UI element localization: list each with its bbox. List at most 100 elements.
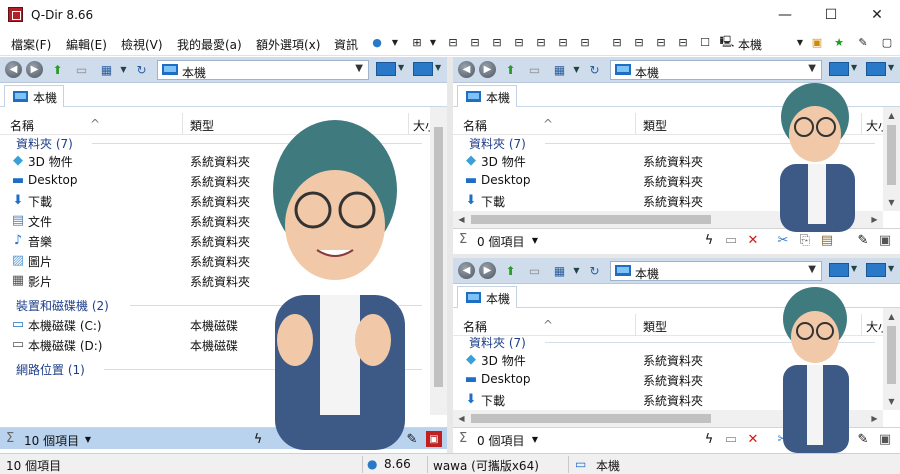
forward-icon[interactable]: ▶	[26, 61, 43, 78]
layout-quad-icon[interactable]: ⊞	[410, 35, 424, 49]
layout-11-icon[interactable]: ⊟	[676, 35, 690, 49]
layout-6-icon[interactable]: ⊟	[556, 35, 570, 49]
layout-10-icon[interactable]: ⊟	[654, 35, 668, 49]
chevron-down-icon[interactable]: ▼	[851, 63, 857, 72]
scroll-thumb[interactable]	[471, 414, 711, 423]
new-folder-icon[interactable]: ▭	[74, 62, 89, 77]
chevron-down-icon[interactable]: ▼	[80, 431, 96, 447]
view-mode-icon[interactable]: ▦	[99, 62, 114, 77]
folder-up-icon[interactable]: ⬆	[50, 62, 65, 77]
column-name[interactable]: 名稱	[10, 117, 34, 134]
left-tab[interactable]: 本機	[4, 85, 65, 107]
chevron-down-icon[interactable]: ▼	[426, 35, 440, 49]
layout-9-icon[interactable]: ⊟	[632, 35, 646, 49]
filter-icon[interactable]: ▣	[877, 232, 893, 248]
column-type[interactable]: 類型	[643, 318, 667, 335]
scroll-thumb[interactable]	[887, 125, 896, 185]
rename-icon[interactable]: ▭	[723, 431, 739, 447]
scroll-left-icon[interactable]: ◀	[453, 211, 470, 228]
maximize-button[interactable]: ☐	[808, 0, 854, 30]
flash-icon[interactable]: ϟ	[701, 232, 717, 248]
scroll-thumb[interactable]	[434, 127, 443, 387]
refresh-icon[interactable]: ↻	[587, 62, 602, 77]
scroll-left-icon[interactable]: ◀	[453, 410, 470, 427]
layout-7-icon[interactable]: ⊟	[578, 35, 592, 49]
layout-8-icon[interactable]: ⊟	[610, 35, 624, 49]
chevron-down-icon[interactable]: ▼	[888, 63, 894, 72]
chevron-down-icon[interactable]: ▼	[527, 232, 543, 248]
chevron-down-icon[interactable]: ▼	[851, 264, 857, 273]
layout-12-icon[interactable]: ☐	[698, 35, 712, 49]
paste-icon[interactable]: ▤	[819, 232, 835, 248]
menu-favorites[interactable]: 我的最愛(a)	[177, 36, 242, 53]
right-top-address-bar[interactable]: 本機 ▼	[610, 60, 822, 80]
new-folder-icon[interactable]: ▭	[527, 263, 542, 278]
chevron-down-icon[interactable]: ▼	[808, 264, 816, 275]
new-folder-icon[interactable]: ▭	[527, 62, 542, 77]
back-icon[interactable]: ◀	[458, 61, 475, 78]
group-folders[interactable]: 資料夾 (7)	[469, 135, 526, 152]
globe-icon[interactable]: ●	[370, 35, 384, 49]
chevron-down-icon[interactable]: ▼	[888, 264, 894, 273]
view-mode-icon[interactable]: ▦	[552, 62, 567, 77]
chevron-down-icon[interactable]: ▼	[527, 431, 543, 447]
right-bottom-address-bar[interactable]: 本機 ▼	[610, 261, 822, 281]
right-bottom-view-button[interactable]	[829, 263, 849, 277]
column-name[interactable]: 名稱	[463, 117, 487, 134]
scroll-right-icon[interactable]: ▶	[866, 410, 883, 427]
refresh-icon[interactable]: ↻	[134, 62, 149, 77]
delete-icon[interactable]: ✕	[745, 431, 761, 447]
scroll-down-icon[interactable]: ▼	[883, 393, 900, 410]
back-icon[interactable]: ◀	[458, 262, 475, 279]
chevron-down-icon[interactable]: ▼	[116, 62, 131, 77]
chevron-down-icon[interactable]: ▼	[355, 63, 363, 74]
right-top-vertical-scrollbar[interactable]: ▲ ▼	[883, 107, 900, 211]
forward-icon[interactable]: ▶	[479, 262, 496, 279]
scroll-down-icon[interactable]: ▼	[883, 194, 900, 211]
group-drives[interactable]: 裝置和磁碟機 (2)	[16, 297, 109, 314]
chevron-down-icon[interactable]: ▼	[793, 35, 807, 49]
settings-tool-icon[interactable]: ✎	[856, 35, 870, 49]
layout-5-icon[interactable]: ⊟	[534, 35, 548, 49]
group-folders[interactable]: 資料夾 (7)	[469, 334, 526, 351]
minimize-button[interactable]: —	[762, 0, 808, 30]
column-type[interactable]: 類型	[643, 117, 667, 134]
right-bottom-window-button[interactable]	[866, 263, 886, 277]
scroll-thumb[interactable]	[887, 326, 896, 384]
left-window-button[interactable]	[413, 62, 433, 76]
scroll-up-icon[interactable]: ▲	[883, 308, 900, 325]
left-view-button[interactable]	[376, 62, 396, 76]
right-top-view-button[interactable]	[829, 62, 849, 76]
chevron-down-icon[interactable]: ▼	[808, 63, 816, 74]
filter-icon[interactable]: ▣	[877, 431, 893, 447]
column-name[interactable]: 名稱	[463, 318, 487, 335]
right-bottom-tab[interactable]: 本機	[457, 286, 518, 308]
view-mode-icon[interactable]: ▦	[552, 263, 567, 278]
group-network[interactable]: 網路位置 (1)	[16, 361, 85, 378]
left-address-bar[interactable]: 本機 ▼	[157, 60, 369, 80]
back-icon[interactable]: ◀	[5, 61, 22, 78]
chevron-down-icon[interactable]: ▼	[388, 35, 402, 49]
chevron-down-icon[interactable]: ▼	[398, 63, 404, 72]
chevron-down-icon[interactable]: ▼	[569, 263, 584, 278]
menu-edit[interactable]: 編輯(E)	[66, 36, 107, 53]
scroll-up-icon[interactable]: ▲	[883, 107, 900, 124]
right-top-tab[interactable]: 本機	[457, 85, 518, 107]
forward-icon[interactable]: ▶	[479, 61, 496, 78]
layout-4-icon[interactable]: ⊟	[512, 35, 526, 49]
favorite-star-icon[interactable]: ★	[832, 35, 846, 49]
layout-2-icon[interactable]: ⊟	[468, 35, 482, 49]
menu-info[interactable]: 資訊	[334, 36, 358, 53]
group-folders[interactable]: 資料夾 (7)	[16, 135, 73, 152]
window-icon[interactable]: ▢	[880, 35, 894, 49]
printer-icon[interactable]: ▣	[810, 35, 824, 49]
chevron-down-icon[interactable]: ▼	[569, 62, 584, 77]
flash-icon[interactable]: ϟ	[701, 431, 717, 447]
rename-icon[interactable]: ▭	[723, 232, 739, 248]
right-top-window-button[interactable]	[866, 62, 886, 76]
layout-3-icon[interactable]: ⊟	[490, 35, 504, 49]
menu-view[interactable]: 檢視(V)	[121, 36, 163, 53]
cut-icon[interactable]: ✂	[775, 232, 791, 248]
folder-up-icon[interactable]: ⬆	[503, 263, 518, 278]
column-type[interactable]: 類型	[190, 117, 214, 134]
